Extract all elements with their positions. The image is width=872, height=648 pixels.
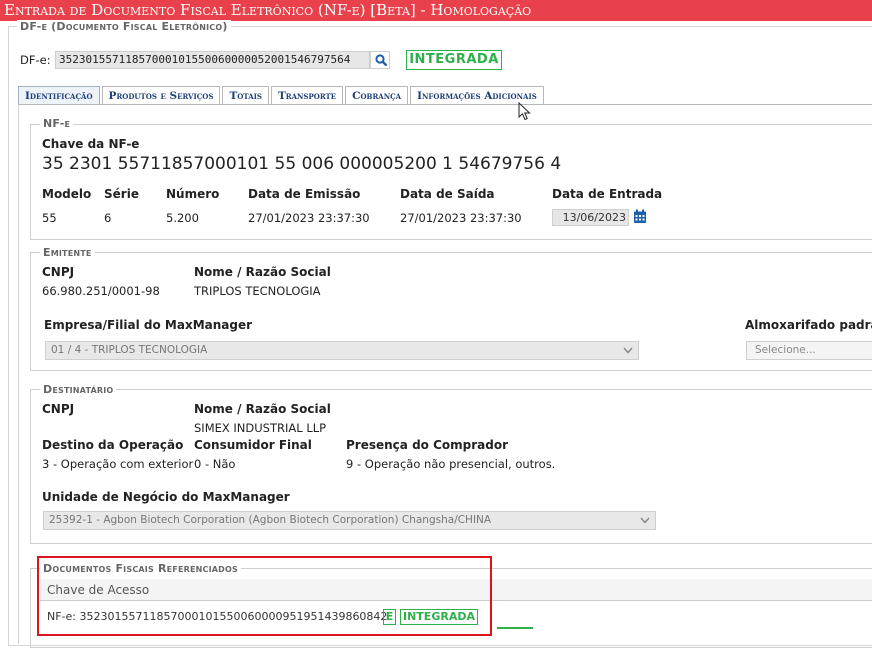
unidade-select-value: 25392-1 - Agbon Biotech Corporation (Agb…	[49, 514, 492, 526]
saida-label: Data de Saída	[400, 187, 495, 201]
destinatario-nome-label: Nome / Razão Social	[194, 402, 331, 416]
calendar-icon[interactable]	[633, 209, 647, 224]
entrada-date-input[interactable]: 13/06/2023	[552, 209, 629, 226]
emitente-nome-value: TRIPLOS TECNOLOGIA	[194, 284, 321, 298]
destino-value: 3 - Operação com exterior	[42, 457, 194, 471]
almox-select[interactable]: Selecione...	[746, 341, 872, 360]
emissao-value: 27/01/2023 23:37:30	[248, 211, 370, 225]
tab-totais[interactable]: Totais	[222, 86, 269, 105]
entrada-label: Data de Entrada	[552, 187, 663, 201]
search-icon	[375, 54, 388, 67]
emitente-nome-label: Nome / Razão Social	[194, 265, 331, 279]
destinatario-nome-value: SIMEX INDUSTRIAL LLP	[194, 421, 327, 435]
chevron-down-icon	[640, 517, 650, 524]
serie-label: Série	[104, 187, 139, 201]
dfe-key-input[interactable]: 3523015571185700010155006000005200154679…	[55, 51, 370, 69]
tab-identificacao[interactable]: Identificação	[18, 86, 100, 105]
highlight-box	[37, 556, 492, 636]
search-button[interactable]	[370, 51, 390, 69]
chevron-down-icon	[623, 347, 633, 354]
emitente-cnpj-label: CNPJ	[42, 265, 75, 279]
presenca-value: 9 - Operação não presencial, outros.	[346, 457, 556, 471]
numero-value: 5.200	[166, 211, 199, 225]
emissao-label: Data de Emissão	[248, 187, 361, 201]
chave-label: Chave da NF-e	[42, 137, 140, 151]
unidade-select[interactable]: 25392-1 - Agbon Biotech Corporation (Agb…	[43, 511, 656, 530]
window-title: Entrada de Documento Fiscal Eletrônico (…	[0, 0, 872, 21]
presenca-label: Presença do Comprador	[346, 438, 508, 452]
empresa-select[interactable]: 01 / 4 - TRIPLOS TECNOLOGIA	[45, 341, 639, 360]
chave-value: 35 2301 55711857000101 55 006 000005200 …	[42, 154, 562, 174]
nfe-legend: NF-e	[40, 117, 74, 130]
dfe-legend: DF-e (Documento Fiscal Eletrônico)	[17, 20, 231, 33]
consumidor-label: Consumidor Final	[194, 438, 312, 452]
destinatario-cnpj-label: CNPJ	[42, 402, 75, 416]
dfe-label: DF-e:	[20, 53, 51, 67]
empresa-label: Empresa/Filial do MaxManager	[44, 318, 253, 332]
tab-produtos-servicos[interactable]: Produtos e Serviços	[101, 86, 221, 105]
destinatario-legend: Destinatário	[40, 383, 117, 396]
destino-label: Destino da Operação	[42, 438, 184, 452]
serie-value: 6	[104, 211, 112, 225]
modelo-value: 55	[42, 211, 57, 225]
emitente-cnpj-value: 66.980.251/0001-98	[42, 284, 160, 298]
tab-transporte[interactable]: Transporte	[270, 86, 344, 105]
unidade-label: Unidade de Negócio do MaxManager	[42, 490, 290, 504]
numero-label: Número	[166, 187, 220, 201]
tab-bar: Identificação Produtos e Serviços Totais…	[18, 86, 546, 105]
empresa-select-value: 01 / 4 - TRIPLOS TECNOLOGIA	[51, 344, 208, 356]
emitente-legend: Emitente	[40, 246, 95, 259]
tab-cobranca[interactable]: Cobrança	[345, 86, 409, 105]
modelo-label: Modelo	[42, 187, 92, 201]
mouse-cursor-icon	[518, 102, 531, 121]
dfe-status-badge: INTEGRADA	[406, 50, 502, 70]
consumidor-value: 0 - Não	[194, 457, 236, 471]
saida-value: 27/01/2023 23:37:30	[400, 211, 522, 225]
almox-label: Almoxarifado padrão	[745, 318, 872, 332]
